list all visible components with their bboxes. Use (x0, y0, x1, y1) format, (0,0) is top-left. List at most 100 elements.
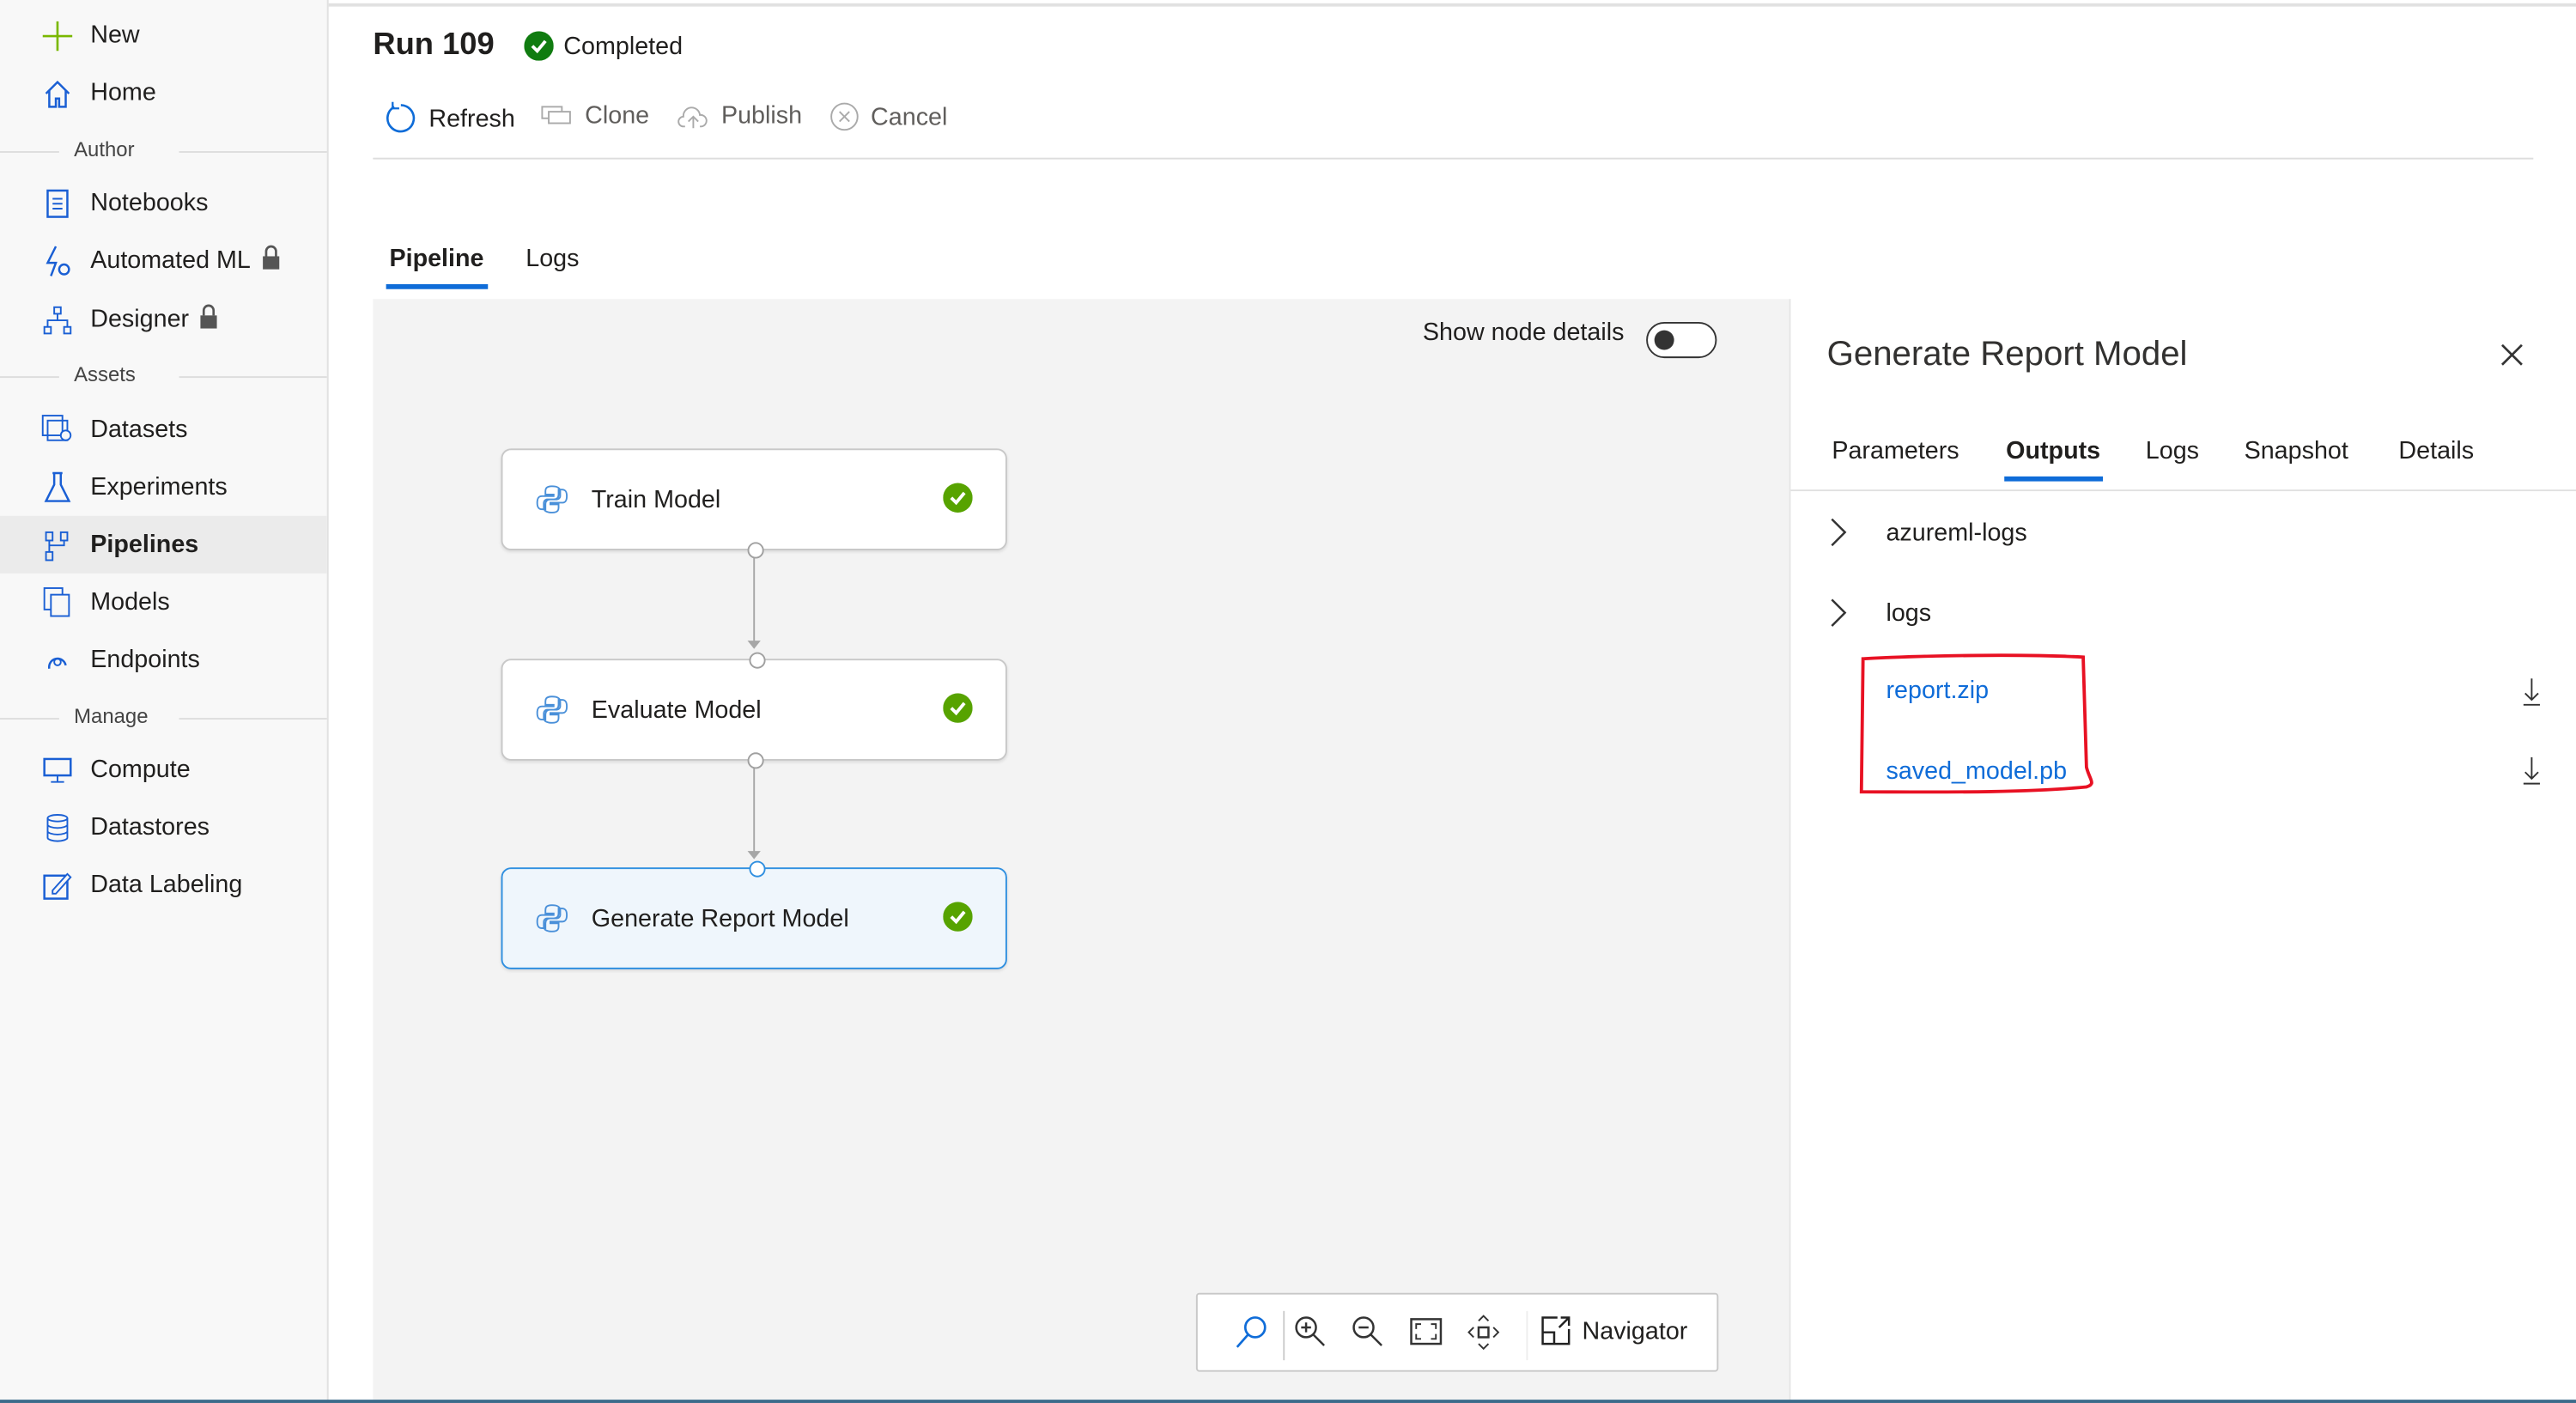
datasets-icon (41, 413, 74, 446)
sidebar-item-datasets[interactable]: Datasets (0, 401, 327, 459)
node-label: Generate Report Model (591, 904, 849, 932)
tab-snapshot[interactable]: Snapshot (2245, 437, 2348, 465)
bottom-border (0, 1400, 2576, 1403)
output-port[interactable] (747, 752, 764, 769)
folder-azureml-logs[interactable]: azureml-logs (1827, 516, 2027, 549)
success-check-icon (943, 693, 973, 723)
page-title: Run 109 (373, 27, 495, 63)
designer-icon (41, 303, 74, 336)
sidebar-item-notebooks[interactable]: Notebooks (0, 174, 327, 232)
zoom-in-icon[interactable] (1293, 1315, 1329, 1351)
python-icon (536, 904, 568, 932)
canvas-zoom-toolbar: Navigator (1195, 1292, 1719, 1372)
tab-details[interactable]: Details (2398, 437, 2474, 465)
sidebar-item-label: Endpoints (90, 645, 200, 674)
lock-icon (199, 304, 219, 335)
python-icon (536, 695, 568, 724)
top-divider (328, 3, 2576, 7)
download-icon[interactable] (2522, 756, 2542, 785)
pipeline-node-train-model[interactable]: Train Model (501, 448, 1007, 550)
cancel-icon (830, 102, 859, 131)
pipeline-node-generate-report-model[interactable]: Generate Report Model (501, 860, 1007, 969)
toolbar-divider (373, 157, 2534, 160)
pipeline-canvas[interactable]: Show node details Train Model Evaluate M… (373, 299, 1789, 1403)
sidebar-item-label: Pipelines (90, 530, 199, 559)
navigator-button[interactable]: Navigator (1541, 1316, 1687, 1345)
file-report-zip[interactable]: report.zip (1886, 677, 1989, 705)
sidebar-item-designer[interactable]: Designer (0, 291, 327, 349)
refresh-button[interactable]: Refresh (385, 101, 515, 135)
close-icon[interactable] (2500, 343, 2524, 367)
divider (1283, 1310, 1285, 1361)
success-check-icon (943, 902, 973, 932)
lock-icon (260, 245, 280, 276)
sidebar: New Home Author Notebooks Automated ML D… (0, 0, 329, 1403)
download-icon[interactable] (2522, 677, 2542, 706)
tab-logs[interactable]: Logs (2146, 437, 2199, 465)
fit-to-screen-icon[interactable] (1410, 1317, 1443, 1346)
data-labeling-icon (41, 868, 74, 901)
navigator-icon (1541, 1316, 1571, 1345)
pan-icon[interactable] (1467, 1315, 1500, 1351)
new-button[interactable]: New (0, 7, 327, 64)
file-saved-model-pb[interactable]: saved_model.pb (1886, 757, 2067, 786)
pipeline-icon (41, 528, 74, 561)
tab-divider (1790, 489, 2576, 492)
status-badge: Completed (524, 31, 683, 61)
cloud-upload-icon (677, 106, 708, 128)
sidebar-item-models[interactable]: Models (0, 574, 327, 631)
section-assets: Assets (0, 362, 327, 390)
sidebar-item-label: Data Labeling (90, 871, 243, 899)
notebook-icon (41, 186, 74, 219)
new-label: New (90, 21, 140, 50)
sidebar-item-label: Datastores (90, 813, 210, 841)
sidebar-item-compute[interactable]: Compute (0, 741, 327, 799)
tab-outputs[interactable]: Outputs (2004, 437, 2102, 482)
tab-pipeline[interactable]: Pipeline (386, 245, 487, 289)
divider (1526, 1310, 1528, 1361)
chevron-right-icon (1831, 598, 1847, 627)
sidebar-item-label: Models (90, 587, 170, 616)
clone-button[interactable]: Clone (540, 102, 649, 130)
folder-logs[interactable]: logs (1827, 597, 1931, 629)
publish-button[interactable]: Publish (677, 102, 802, 130)
sidebar-item-label: Home (90, 78, 156, 107)
sidebar-item-label: Designer (90, 305, 190, 334)
panel-title: Generate Report Model (1826, 335, 2188, 374)
input-port[interactable] (749, 652, 766, 669)
node-label: Train Model (591, 485, 721, 513)
tab-logs[interactable]: Logs (526, 245, 579, 273)
cancel-button[interactable]: Cancel (829, 102, 947, 131)
sidebar-item-home[interactable]: Home (0, 64, 327, 122)
sidebar-item-endpoints[interactable]: Endpoints (0, 631, 327, 689)
endpoints-icon (41, 643, 74, 676)
clone-icon (541, 105, 571, 124)
sidebar-item-experiments[interactable]: Experiments (0, 459, 327, 516)
sidebar-item-label: Automated ML (90, 246, 251, 275)
app-root: New Home Author Notebooks Automated ML D… (0, 0, 2576, 1403)
chevron-right-icon (1831, 518, 1847, 547)
node-label: Evaluate Model (591, 695, 762, 724)
refresh-icon (386, 101, 416, 133)
input-port[interactable] (749, 860, 766, 878)
sidebar-item-label: Compute (90, 756, 191, 784)
tab-parameters[interactable]: Parameters (1832, 437, 1959, 465)
pipeline-node-evaluate-model[interactable]: Evaluate Model (501, 652, 1007, 761)
node-details-panel: Generate Report Model Parameters Outputs… (1789, 299, 2576, 1403)
sidebar-item-data-labeling[interactable]: Data Labeling (0, 856, 327, 914)
sidebar-item-label: Notebooks (90, 189, 209, 217)
output-port[interactable] (747, 542, 764, 559)
flask-icon (41, 471, 74, 503)
zoom-out-icon[interactable] (1351, 1315, 1387, 1351)
plus-icon (41, 19, 74, 52)
check-circle-icon (524, 31, 554, 61)
section-manage: Manage (0, 704, 327, 732)
home-icon (41, 76, 74, 109)
automated-ml-icon (41, 244, 74, 276)
sidebar-item-automated-ml[interactable]: Automated ML (0, 232, 327, 289)
search-icon[interactable] (1234, 1315, 1270, 1351)
sidebar-item-pipelines[interactable]: Pipelines (0, 515, 327, 574)
sidebar-item-datastores[interactable]: Datastores (0, 799, 327, 856)
python-icon (536, 485, 568, 513)
datastore-icon (41, 811, 74, 843)
